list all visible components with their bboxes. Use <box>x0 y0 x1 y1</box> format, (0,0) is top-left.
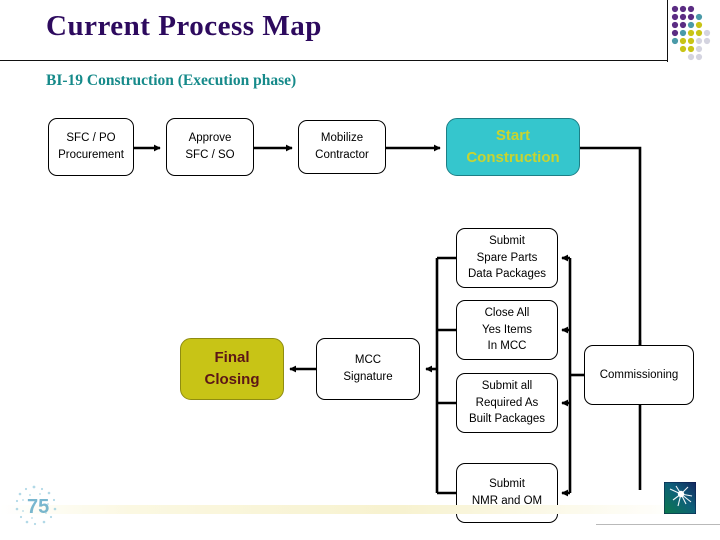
node-label: Final Closing <box>204 349 260 388</box>
slide-canvas: Current Process Map BI-19 Construction (… <box>0 0 720 540</box>
node-sfc-po-procurement[interactable]: SFC / PO Procurement <box>48 118 134 176</box>
svg-text:75: 75 <box>27 496 49 518</box>
node-approve-sfc-so[interactable]: Approve SFC / SO <box>166 118 254 176</box>
node-submit-nmr-om[interactable]: Submit NMR and OM <box>456 463 558 523</box>
node-label: Approve SFC / SO <box>185 132 235 161</box>
footer-divider <box>596 524 720 525</box>
footer-band <box>0 505 720 514</box>
anniversary-75-logo: 75 <box>15 485 57 526</box>
node-mobilize-contractor[interactable]: Mobilize Contractor <box>298 120 386 174</box>
node-submit-spare-parts[interactable]: Submit Spare Parts Data Packages <box>456 228 558 288</box>
node-commissioning[interactable]: Commissioning <box>584 345 694 405</box>
node-mcc-signature[interactable]: MCC Signature <box>316 338 420 400</box>
node-label: SFC / PO Procurement <box>58 132 124 161</box>
node-start-construction[interactable]: Start Construction <box>446 118 580 176</box>
node-label: Commissioning <box>599 368 679 381</box>
node-submit-as-built[interactable]: Submit all Required As Built Packages <box>456 373 558 433</box>
flowchart-connectors <box>134 144 642 497</box>
node-label: Mobilize Contractor <box>315 132 369 161</box>
node-final-closing[interactable]: Final Closing <box>180 338 284 400</box>
node-label: Submit all Required As Built Packages <box>468 379 546 426</box>
aramco-logo <box>664 482 696 514</box>
line-start-to-right-trunk <box>580 146 642 340</box>
node-close-all-yes-items[interactable]: Close All Yes Items In MCC <box>456 300 558 360</box>
node-label: MCC Signature <box>343 354 393 383</box>
node-label: Submit Spare Parts Data Packages <box>468 234 546 281</box>
node-label: Close All Yes Items In MCC <box>481 306 533 353</box>
node-label: Start Construction <box>466 127 560 166</box>
